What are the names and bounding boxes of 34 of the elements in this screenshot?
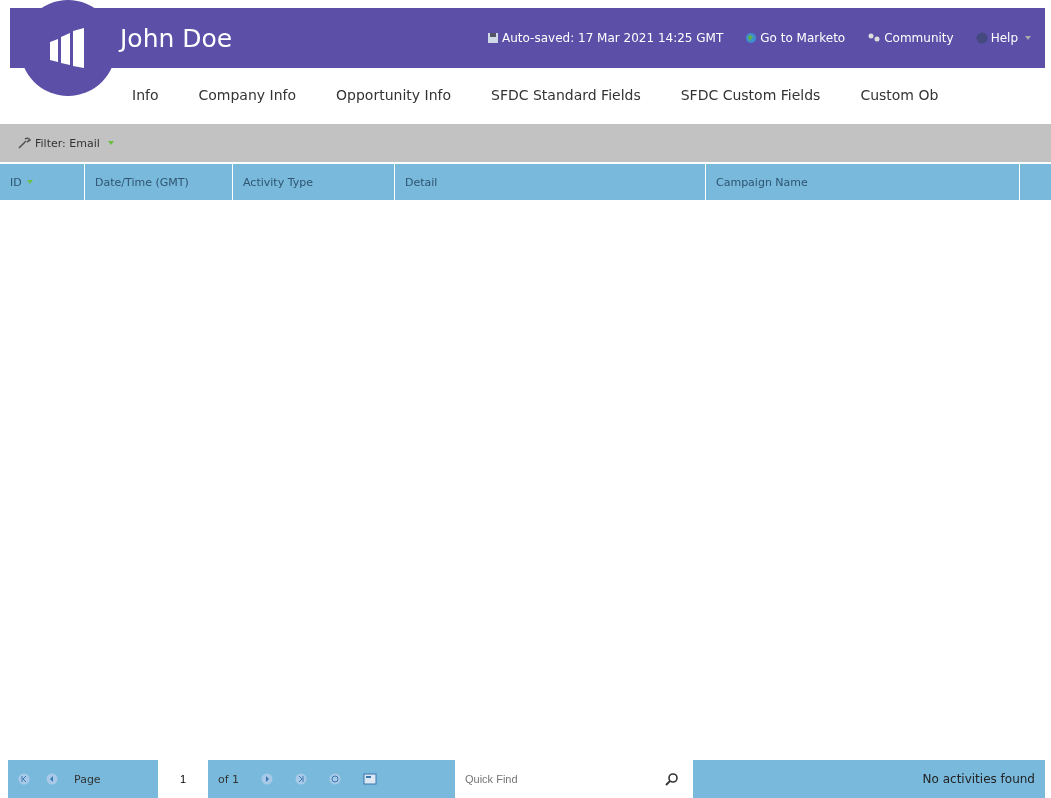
filter-button[interactable]: Filter: Email	[18, 136, 114, 150]
tab[interactable]: SFDC Custom Fields	[680, 87, 821, 103]
search-icon[interactable]	[665, 772, 679, 786]
tab[interactable]: Opportunity Info	[336, 87, 452, 103]
tab[interactable]: SFDC Standard Fields	[491, 87, 641, 103]
last-page-button[interactable]	[295, 773, 308, 785]
column-header[interactable]: Campaign Name	[706, 164, 1020, 200]
next-page-button[interactable]	[261, 773, 274, 785]
autosave-status: Auto-saved: 17 Mar 2021 14:25 GMT	[487, 31, 724, 45]
tab[interactable]: Company Info	[198, 87, 297, 103]
tab[interactable]: Info	[132, 87, 159, 103]
globe-icon	[745, 32, 758, 44]
export-button[interactable]	[363, 773, 378, 785]
refresh-button[interactable]	[329, 773, 342, 785]
tab[interactable]: Custom Ob	[860, 87, 939, 103]
previous-page-button[interactable]	[46, 773, 58, 785]
first-page-button[interactable]	[18, 773, 30, 785]
status-text: No activities found	[922, 772, 1035, 786]
column-header[interactable]: Detail	[395, 164, 706, 200]
people-icon	[867, 32, 882, 44]
sort-icon	[26, 180, 33, 184]
save-icon	[487, 32, 499, 44]
page-count: of 1	[218, 772, 240, 786]
page-label: Page	[74, 772, 101, 786]
record-title: John Doe	[120, 23, 233, 53]
caret-icon	[107, 141, 114, 145]
header-link[interactable]: Community	[867, 31, 954, 45]
header-link[interactable]: Help	[975, 31, 1031, 45]
header-link[interactable]: Go to Marketo	[745, 31, 846, 45]
column-header[interactable]: ID	[0, 164, 85, 200]
column-header[interactable]: Date/Time (GMT)	[85, 164, 233, 200]
column-header[interactable]: Activity Type	[233, 164, 395, 200]
caret-icon	[1025, 36, 1031, 40]
wrench-icon	[18, 137, 32, 149]
